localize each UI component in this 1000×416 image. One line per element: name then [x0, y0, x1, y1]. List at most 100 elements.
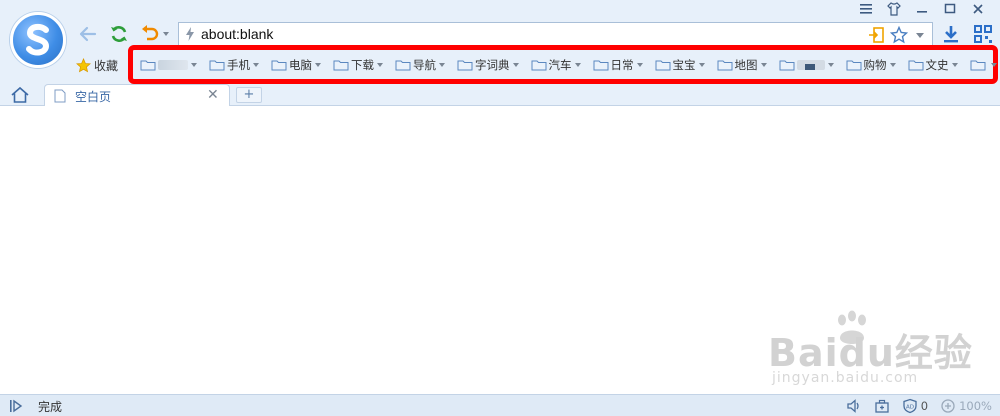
skin-icon[interactable]	[880, 0, 908, 18]
zoom-level: 100%	[959, 399, 992, 413]
chevron-down-icon	[574, 63, 581, 67]
fav-folder-11[interactable]	[779, 56, 834, 74]
baidu-jingyan-watermark: Baidu经验 jingyan.baidu.com	[764, 308, 994, 394]
download-button[interactable]	[940, 23, 962, 45]
window-controls	[852, 0, 992, 18]
volume-icon[interactable]	[846, 398, 862, 414]
new-tab-button[interactable]: +	[236, 87, 262, 103]
zoom-icon	[941, 399, 955, 413]
folder-icon	[333, 60, 349, 71]
ad-block-count: 0	[920, 399, 929, 413]
folder-icon	[271, 60, 287, 71]
chevron-down-icon	[990, 63, 997, 67]
zoom-control[interactable]: 100%	[940, 398, 992, 414]
status-tools: AD 0 100%	[846, 397, 992, 415]
chevron-down-icon	[698, 63, 705, 67]
fav-folder-label: 手机	[227, 58, 250, 72]
fav-folder-1[interactable]	[140, 56, 197, 74]
fav-folder-7[interactable]: 汽车	[531, 56, 581, 74]
chevron-down-icon	[889, 63, 896, 67]
favorites-dropdown-icon[interactable]	[916, 32, 924, 38]
undo-close-button[interactable]	[138, 22, 172, 46]
address-url[interactable]: about:blank	[201, 25, 273, 44]
fav-folder-10[interactable]: 地图	[717, 56, 767, 74]
chevron-down-icon	[253, 63, 259, 67]
fav-folder-5[interactable]: 导航	[395, 56, 445, 74]
chevron-down-icon	[827, 63, 834, 67]
fav-folder-label: 电脑	[289, 58, 312, 72]
chevron-down-icon	[377, 63, 383, 67]
fav-folder-label: 购物	[863, 58, 887, 72]
menu-icon[interactable]	[852, 0, 880, 18]
back-arrow-icon	[79, 26, 97, 42]
refresh-button[interactable]	[107, 22, 131, 46]
address-bar[interactable]: about:blank	[178, 22, 933, 46]
fav-folder-4[interactable]: 下载	[333, 56, 383, 74]
fav-folder-6[interactable]: 字词典	[457, 56, 519, 74]
folder-icon	[846, 60, 861, 71]
folder-icon	[457, 60, 473, 71]
apps-grid-icon	[974, 25, 992, 43]
shield-icon: AD	[903, 398, 917, 414]
watermark-brand: Baidu经验	[768, 331, 973, 375]
maximize-icon[interactable]	[936, 0, 964, 18]
apps-button[interactable]	[972, 23, 994, 45]
fav-folder-8[interactable]: 日常	[593, 56, 643, 74]
undo-icon	[142, 25, 159, 41]
chevron-down-icon	[191, 63, 197, 67]
browser-chrome: about:blank 收藏 手机 电脑 下载 导航 字词典 汽车 日常 宝宝 …	[0, 0, 1000, 106]
ad-block-indicator[interactable]: AD 0	[902, 398, 928, 414]
chevron-down-icon	[439, 63, 445, 67]
star-icon[interactable]	[890, 26, 908, 44]
page-icon	[54, 89, 66, 103]
blurred-label	[796, 60, 825, 70]
tab-close-icon[interactable]: ✕	[207, 88, 219, 102]
fav-folder-label: 文史	[925, 58, 949, 72]
minimize-icon[interactable]	[908, 0, 936, 18]
fav-folder-13[interactable]: 文史	[908, 56, 958, 74]
favorites-button[interactable]: 收藏	[76, 56, 118, 74]
folder-icon	[395, 60, 411, 71]
page-type-icon	[186, 27, 194, 41]
folder-icon	[908, 60, 923, 71]
fav-folder-2[interactable]: 手机	[209, 56, 259, 74]
fav-folder-12[interactable]: 购物	[846, 56, 896, 74]
fav-folder-label: 字词典	[475, 58, 510, 72]
home-button[interactable]	[10, 86, 32, 104]
refresh-icon	[111, 26, 127, 42]
close-icon[interactable]	[964, 0, 992, 18]
folder-icon	[593, 60, 608, 71]
blurred-label	[158, 60, 188, 70]
folder-icon	[209, 60, 225, 71]
fav-folder-9[interactable]: 宝宝	[655, 56, 705, 74]
folder-icon	[970, 60, 985, 71]
folder-icon	[140, 60, 156, 71]
watermark-url: jingyan.baidu.com	[772, 370, 919, 386]
tab-blank-page[interactable]: 空白页 ✕	[44, 84, 230, 106]
tab-strip: 空白页 ✕ +	[0, 84, 1000, 106]
favorites-label: 收藏	[94, 58, 119, 73]
folder-icon	[779, 60, 794, 71]
undo-dropdown-icon[interactable]	[163, 32, 169, 36]
fav-folder-label: 下载	[351, 58, 374, 72]
address-bar-icons	[868, 25, 928, 45]
tab-title: 空白页	[75, 90, 112, 104]
toolbox-icon[interactable]	[874, 398, 890, 414]
favorites-folders: 手机 电脑 下载 导航 字词典 汽车 日常 宝宝 地图 购物 文史	[140, 56, 997, 74]
sidebar-toggle-icon[interactable]	[8, 398, 24, 414]
svg-text:AD: AD	[906, 405, 914, 411]
fav-folder-label: 汽车	[548, 58, 572, 72]
status-text: 完成	[38, 400, 63, 414]
fav-folder-label: 导航	[413, 58, 436, 72]
chevron-down-icon	[951, 63, 958, 67]
folder-icon	[531, 60, 546, 71]
back-button[interactable]	[76, 22, 100, 46]
fav-folder-3[interactable]: 电脑	[271, 56, 321, 74]
folder-icon	[655, 60, 670, 71]
chevron-down-icon	[760, 63, 767, 67]
fav-folder-label: 地图	[734, 58, 758, 72]
chevron-down-icon	[636, 63, 643, 67]
login-icon[interactable]	[868, 26, 886, 44]
fav-folder-more[interactable]	[970, 56, 997, 74]
fav-folder-label: 日常	[610, 58, 634, 72]
